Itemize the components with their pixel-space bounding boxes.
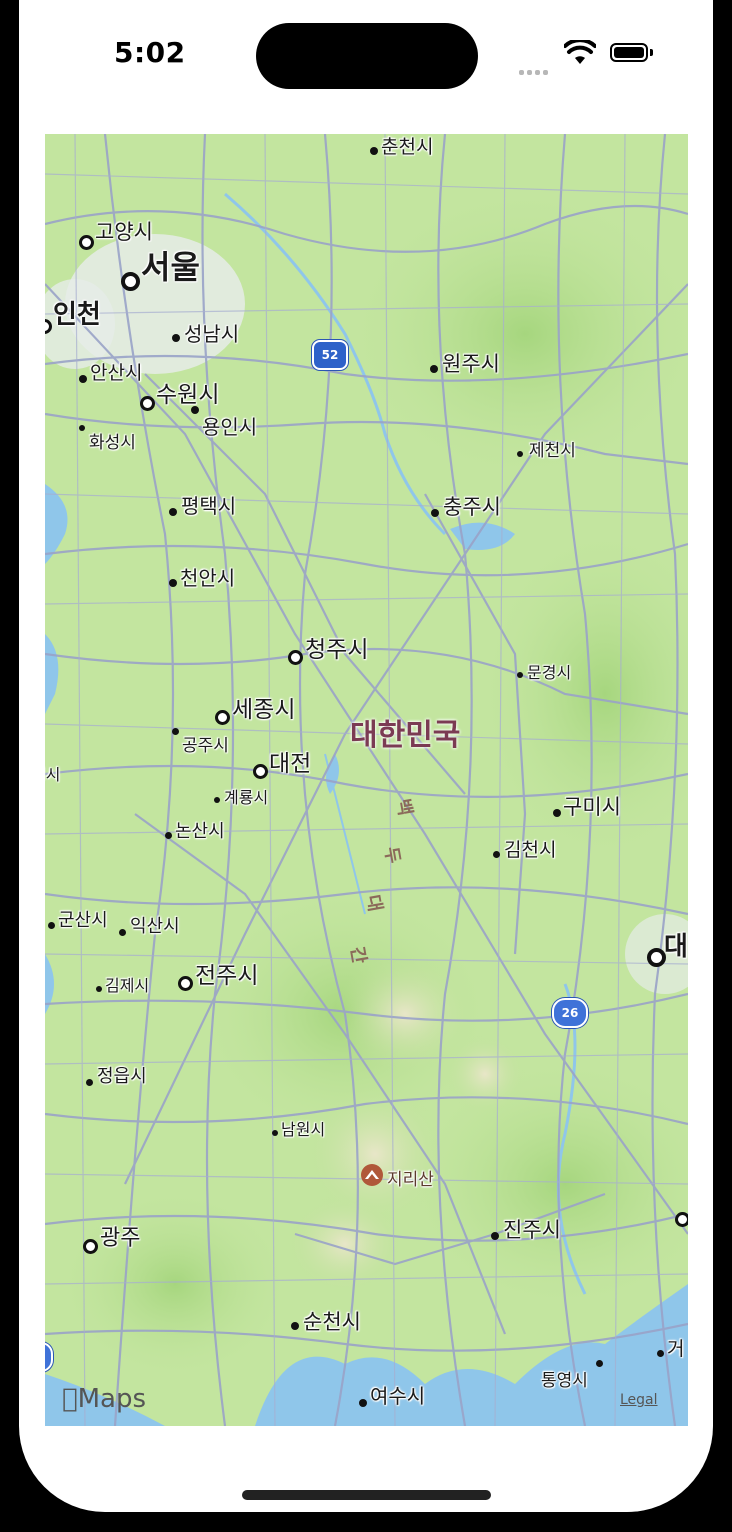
city-marker[interactable]	[431, 509, 439, 517]
city-marker[interactable]	[165, 832, 172, 839]
city-label[interactable]: 계룡시	[224, 784, 268, 808]
city-marker[interactable]	[48, 922, 55, 929]
map-terrain	[45, 134, 688, 1426]
city-label[interactable]: 공주시	[182, 731, 229, 756]
city-label[interactable]: 남원시	[281, 1116, 325, 1140]
city-marker[interactable]	[79, 235, 94, 250]
city-marker[interactable]	[291, 1322, 299, 1330]
city-label[interactable]: 순천시	[303, 1306, 361, 1336]
city-label[interactable]: 문경시	[527, 659, 571, 683]
battery-cap	[650, 49, 653, 56]
mountain-icon[interactable]	[361, 1164, 383, 1186]
city-marker[interactable]	[86, 1079, 93, 1086]
city-label[interactable]: 춘천시	[381, 134, 433, 159]
wifi-icon	[564, 40, 596, 64]
city-label[interactable]: 천안시	[180, 562, 235, 591]
city-label[interactable]: 용인시	[202, 411, 257, 440]
city-label[interactable]: 인천	[53, 294, 101, 331]
legal-link[interactable]: Legal	[620, 1392, 658, 1408]
city-label[interactable]: 원주시	[442, 348, 500, 378]
city-label[interactable]: 진주시	[503, 1214, 561, 1244]
capital-marker[interactable]	[121, 272, 140, 291]
city-label[interactable]: 대전	[269, 744, 311, 778]
map-view[interactable]: 춘천시 고양시 서울 인천 성남시 원주시 안산시 수원시 용인시 화성시 제천…	[45, 134, 688, 1426]
city-label[interactable]: 평택시	[181, 490, 236, 519]
poi-label[interactable]: 지리산	[387, 1165, 434, 1190]
city-marker[interactable]	[596, 1360, 603, 1367]
city-label[interactable]: 통영시	[541, 1366, 588, 1391]
city-label[interactable]: 화성시	[89, 428, 136, 453]
city-label[interactable]: 군산시	[58, 906, 108, 932]
city-label[interactable]: 거	[667, 1334, 684, 1361]
battery-icon	[610, 43, 648, 62]
city-marker[interactable]	[79, 425, 85, 431]
city-label[interactable]: 논산시	[175, 817, 225, 843]
city-marker[interactable]	[140, 396, 155, 411]
city-marker[interactable]	[172, 728, 179, 735]
city-label[interactable]: 광주	[100, 1220, 140, 1252]
city-marker[interactable]	[178, 976, 193, 991]
city-label[interactable]: 정읍시	[97, 1062, 147, 1088]
home-indicator[interactable]	[242, 1490, 491, 1500]
city-label[interactable]: 청주시	[305, 630, 368, 664]
city-label[interactable]: 대	[664, 926, 688, 963]
maps-brand-label: Maps	[62, 1384, 146, 1414]
dynamic-island	[256, 23, 478, 89]
city-label[interactable]: 여수시	[370, 1380, 425, 1409]
city-label[interactable]: 전주시	[195, 956, 258, 990]
city-marker[interactable]	[491, 1232, 499, 1240]
city-marker[interactable]	[119, 929, 126, 936]
highway-shield: 26	[552, 998, 588, 1028]
city-marker[interactable]	[96, 986, 102, 992]
city-marker[interactable]	[553, 809, 561, 817]
city-marker[interactable]	[675, 1212, 688, 1227]
city-label[interactable]: 수원시	[156, 375, 219, 409]
city-marker[interactable]	[169, 508, 177, 516]
signal-icon	[519, 60, 551, 79]
city-marker[interactable]	[169, 579, 177, 587]
city-marker[interactable]	[288, 650, 303, 665]
city-label[interactable]: 안산시	[90, 358, 142, 385]
city-label[interactable]: 세종시	[232, 690, 295, 724]
city-marker[interactable]	[79, 375, 87, 383]
city-marker[interactable]	[517, 451, 523, 457]
city-marker[interactable]	[359, 1399, 367, 1407]
apple-logo-icon: 	[62, 1384, 78, 1414]
city-marker[interactable]	[657, 1350, 664, 1357]
status-time: 5:02	[114, 36, 186, 69]
city-marker[interactable]	[493, 851, 500, 858]
highway-shield: 52	[312, 340, 348, 370]
city-marker[interactable]	[253, 764, 268, 779]
city-label[interactable]: 김제시	[105, 972, 149, 996]
city-marker[interactable]	[430, 365, 438, 373]
city-marker[interactable]	[83, 1239, 98, 1254]
city-label[interactable]: 령시	[45, 761, 60, 785]
city-label[interactable]: 김천시	[504, 835, 556, 862]
city-label[interactable]: 성남시	[184, 318, 239, 347]
city-marker[interactable]	[272, 1130, 278, 1136]
city-label[interactable]: 충주시	[443, 491, 501, 521]
city-marker[interactable]	[215, 710, 230, 725]
city-label[interactable]: 익산시	[130, 912, 180, 938]
capital-label[interactable]: 서울	[141, 242, 200, 288]
city-label[interactable]: 제천시	[529, 436, 576, 461]
city-marker[interactable]	[370, 147, 378, 155]
city-label[interactable]: 구미시	[563, 791, 621, 821]
city-marker[interactable]	[214, 797, 220, 803]
country-label: 대한민국	[350, 718, 461, 753]
apple-maps-logo: Maps	[62, 1384, 146, 1414]
city-marker[interactable]	[191, 406, 199, 414]
city-marker[interactable]	[172, 334, 180, 342]
city-marker[interactable]	[517, 672, 523, 678]
